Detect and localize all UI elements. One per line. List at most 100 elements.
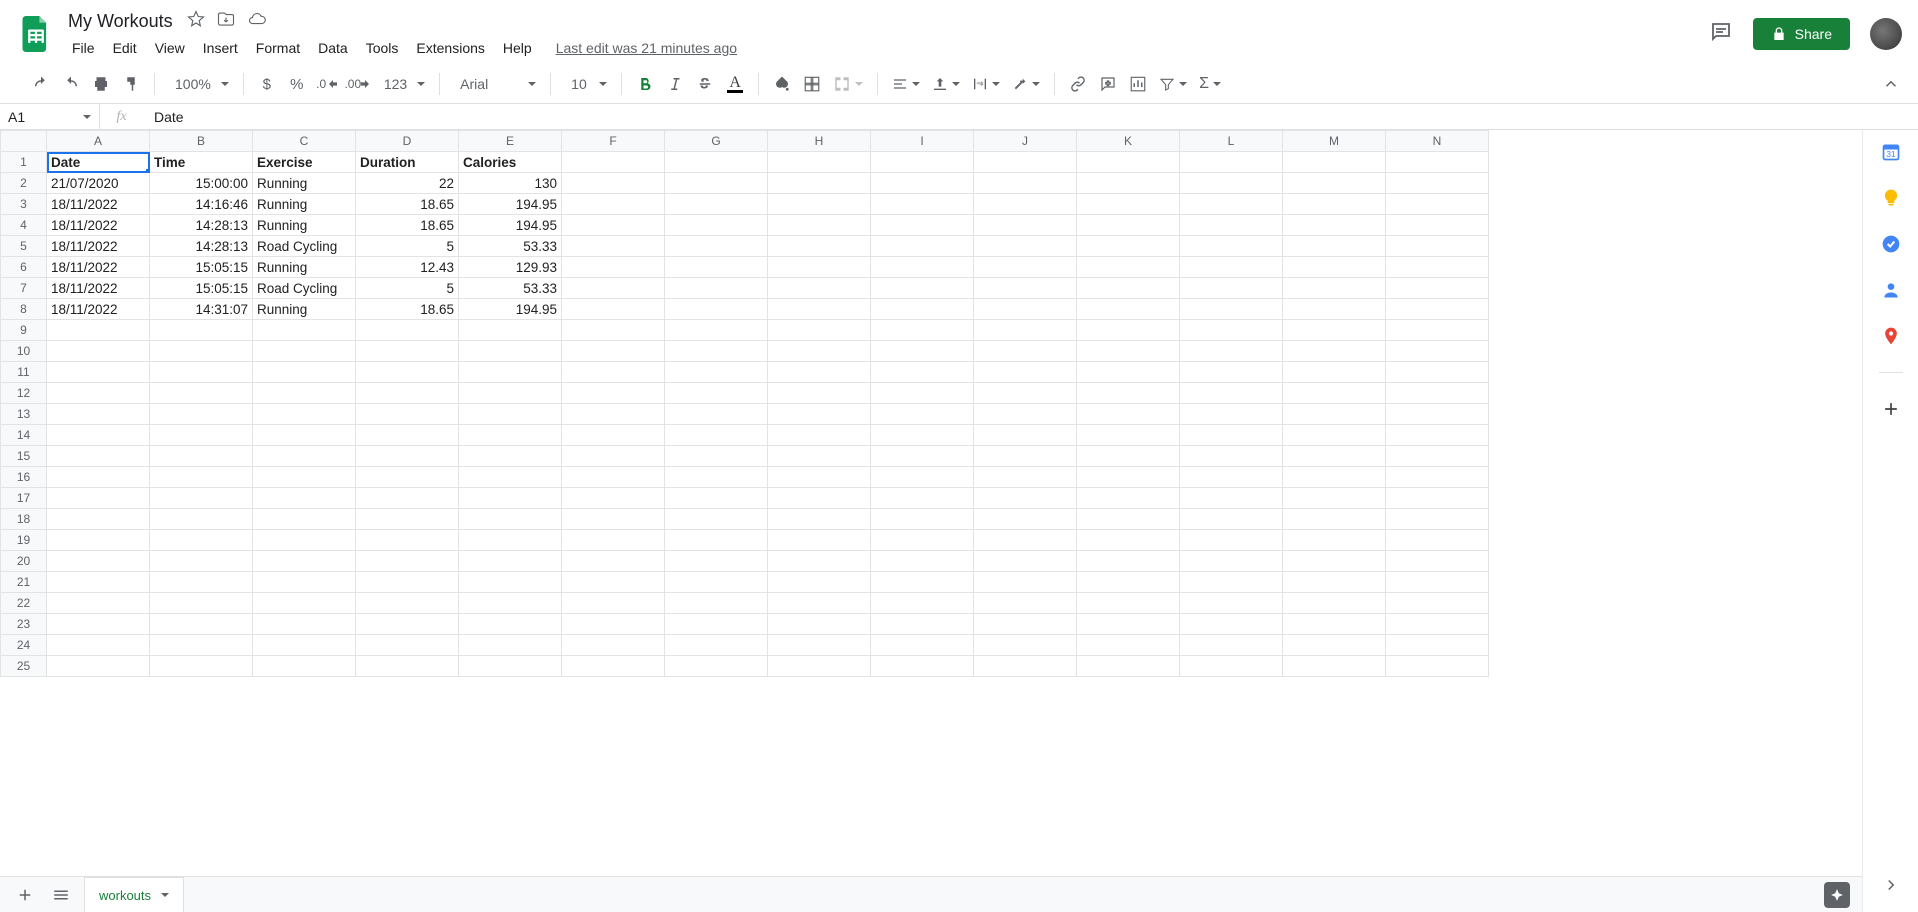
cell[interactable] bbox=[871, 236, 974, 257]
cell[interactable] bbox=[562, 362, 665, 383]
cell[interactable] bbox=[1077, 194, 1180, 215]
cell[interactable] bbox=[768, 215, 871, 236]
cell[interactable]: 15:05:15 bbox=[150, 257, 253, 278]
cell[interactable] bbox=[1077, 425, 1180, 446]
paint-format-icon[interactable] bbox=[118, 71, 144, 97]
cell[interactable] bbox=[871, 299, 974, 320]
cell[interactable]: 14:28:13 bbox=[150, 215, 253, 236]
cell[interactable] bbox=[871, 446, 974, 467]
row-header[interactable]: 1 bbox=[1, 152, 47, 173]
merge-cells-dropdown[interactable] bbox=[829, 71, 867, 97]
number-format-dropdown[interactable]: 123 bbox=[374, 71, 429, 97]
all-sheets-icon[interactable] bbox=[48, 882, 74, 908]
cell[interactable] bbox=[1077, 656, 1180, 677]
cell[interactable] bbox=[665, 215, 768, 236]
row-header[interactable]: 20 bbox=[1, 551, 47, 572]
cell[interactable] bbox=[1180, 488, 1283, 509]
cell[interactable] bbox=[1283, 614, 1386, 635]
cell[interactable] bbox=[768, 299, 871, 320]
cell[interactable] bbox=[665, 488, 768, 509]
cell[interactable] bbox=[1180, 635, 1283, 656]
cell[interactable]: Calories bbox=[459, 152, 562, 173]
cell[interactable] bbox=[253, 614, 356, 635]
cell[interactable]: 18.65 bbox=[356, 194, 459, 215]
cell[interactable] bbox=[974, 614, 1077, 635]
cell[interactable] bbox=[562, 425, 665, 446]
cell[interactable] bbox=[356, 446, 459, 467]
cell[interactable] bbox=[253, 467, 356, 488]
cell[interactable]: Road Cycling bbox=[253, 278, 356, 299]
cell[interactable] bbox=[1283, 530, 1386, 551]
insert-chart-icon[interactable] bbox=[1125, 71, 1151, 97]
cell[interactable] bbox=[974, 488, 1077, 509]
cell[interactable]: 14:28:13 bbox=[150, 236, 253, 257]
row-header[interactable]: 17 bbox=[1, 488, 47, 509]
row-header[interactable]: 15 bbox=[1, 446, 47, 467]
select-all-corner[interactable] bbox=[1, 131, 47, 152]
cell[interactable] bbox=[1283, 488, 1386, 509]
cell[interactable] bbox=[665, 656, 768, 677]
cell[interactable] bbox=[665, 257, 768, 278]
cell[interactable] bbox=[1077, 299, 1180, 320]
cell[interactable] bbox=[1180, 194, 1283, 215]
undo-icon[interactable] bbox=[28, 71, 54, 97]
cell[interactable] bbox=[253, 635, 356, 656]
cell[interactable] bbox=[1077, 467, 1180, 488]
cell[interactable] bbox=[150, 467, 253, 488]
cell[interactable] bbox=[871, 257, 974, 278]
tasks-icon[interactable] bbox=[1881, 234, 1901, 254]
cell[interactable] bbox=[974, 530, 1077, 551]
cell[interactable] bbox=[871, 467, 974, 488]
cell[interactable] bbox=[1180, 362, 1283, 383]
cell[interactable] bbox=[665, 362, 768, 383]
cell[interactable] bbox=[356, 467, 459, 488]
cell[interactable] bbox=[871, 215, 974, 236]
cell[interactable] bbox=[665, 572, 768, 593]
cell[interactable] bbox=[1283, 278, 1386, 299]
cell[interactable] bbox=[562, 467, 665, 488]
cell[interactable] bbox=[1180, 383, 1283, 404]
cell[interactable] bbox=[665, 299, 768, 320]
cell[interactable] bbox=[1180, 530, 1283, 551]
cell[interactable] bbox=[1283, 341, 1386, 362]
cell[interactable]: 5 bbox=[356, 236, 459, 257]
cell[interactable] bbox=[974, 404, 1077, 425]
cell[interactable] bbox=[562, 635, 665, 656]
cell[interactable] bbox=[562, 509, 665, 530]
cell[interactable] bbox=[356, 614, 459, 635]
cell[interactable] bbox=[768, 257, 871, 278]
cell[interactable]: 12.43 bbox=[356, 257, 459, 278]
cell[interactable] bbox=[459, 614, 562, 635]
cell[interactable] bbox=[150, 656, 253, 677]
cell[interactable] bbox=[150, 404, 253, 425]
cell[interactable] bbox=[974, 320, 1077, 341]
cell[interactable] bbox=[253, 320, 356, 341]
cell[interactable] bbox=[1077, 530, 1180, 551]
cell[interactable] bbox=[459, 572, 562, 593]
cell[interactable] bbox=[562, 488, 665, 509]
cell[interactable]: 18/11/2022 bbox=[47, 299, 150, 320]
row-header[interactable]: 25 bbox=[1, 656, 47, 677]
cell[interactable] bbox=[562, 614, 665, 635]
row-header[interactable]: 10 bbox=[1, 341, 47, 362]
cell[interactable] bbox=[150, 425, 253, 446]
cell[interactable] bbox=[871, 194, 974, 215]
fill-color-icon[interactable] bbox=[769, 71, 795, 97]
cell[interactable] bbox=[1386, 383, 1489, 404]
cell[interactable] bbox=[768, 194, 871, 215]
cell[interactable] bbox=[150, 341, 253, 362]
zoom-dropdown[interactable]: 100% bbox=[165, 71, 233, 97]
menu-help[interactable]: Help bbox=[495, 36, 540, 60]
column-header-K[interactable]: K bbox=[1077, 131, 1180, 152]
cell[interactable] bbox=[1077, 404, 1180, 425]
cell[interactable] bbox=[253, 362, 356, 383]
row-header[interactable]: 19 bbox=[1, 530, 47, 551]
cell[interactable] bbox=[1180, 173, 1283, 194]
cell[interactable] bbox=[1386, 614, 1489, 635]
cell[interactable] bbox=[768, 572, 871, 593]
cell[interactable] bbox=[665, 341, 768, 362]
cell[interactable] bbox=[1180, 509, 1283, 530]
cell[interactable]: Running bbox=[253, 215, 356, 236]
cell[interactable] bbox=[47, 593, 150, 614]
cell[interactable]: Road Cycling bbox=[253, 236, 356, 257]
